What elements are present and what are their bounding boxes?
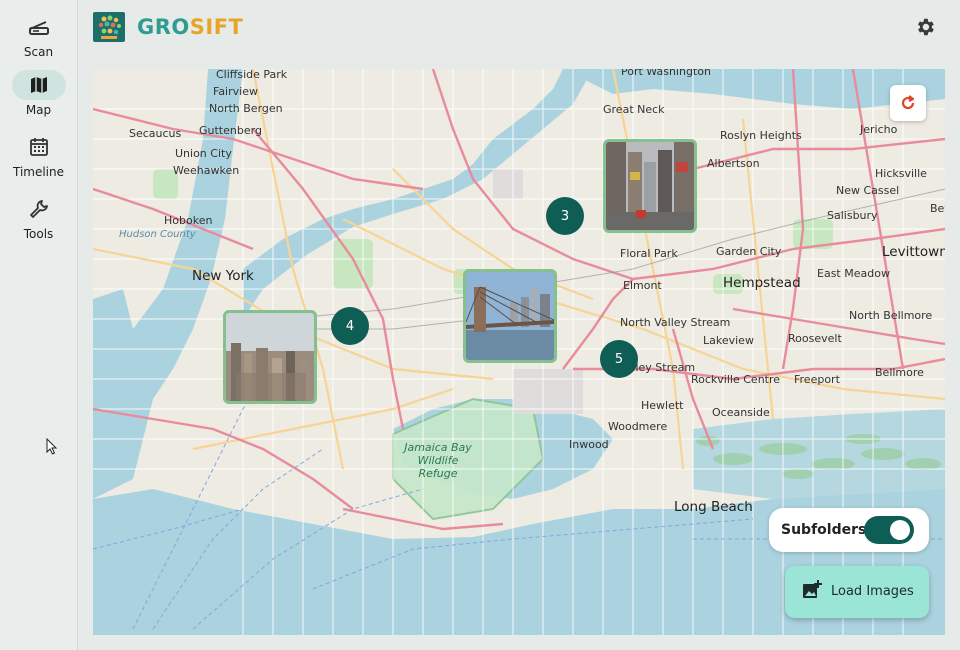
map-label: Inwood xyxy=(569,438,609,451)
photo-thumbnail xyxy=(466,272,554,360)
photo-marker-manhattan-skyline[interactable] xyxy=(223,310,317,404)
map-label: Great Neck xyxy=(603,103,665,116)
map-label: Secaucus xyxy=(129,127,182,140)
map-label: Lakeview xyxy=(703,334,754,347)
map-view[interactable]: Cliffside Park Fairview North Bergen Gut… xyxy=(93,69,945,635)
app-header: GROSIFT xyxy=(78,0,960,54)
map-label: Hicksville xyxy=(875,167,927,180)
map-label: Hudson County xyxy=(119,229,196,240)
wrench-icon xyxy=(12,194,66,224)
sidebar-item-timeline[interactable]: Timeline xyxy=(0,132,77,179)
sidebar-item-label: Timeline xyxy=(12,165,65,179)
subfolders-toggle[interactable] xyxy=(864,516,914,544)
map-label: Hoboken xyxy=(164,214,213,227)
sidebar-item-map[interactable]: Map xyxy=(0,70,77,117)
cluster-marker[interactable]: 4 xyxy=(331,307,369,345)
cluster-count: 4 xyxy=(345,318,355,334)
map-label: Albertson xyxy=(707,157,760,170)
map-label: Hempstead xyxy=(723,275,801,291)
map-label: Elmont xyxy=(623,279,662,292)
map-label: New York xyxy=(192,268,254,284)
map-label: Roosevelt xyxy=(788,332,842,345)
map-label: Bet xyxy=(930,202,945,215)
map-label: Weehawken xyxy=(173,164,240,177)
sidebar-item-label: Scan xyxy=(23,45,54,59)
scanner-icon xyxy=(12,12,66,42)
map-label: Woodmere xyxy=(608,420,668,433)
brand-part-2: SIFT xyxy=(189,15,244,39)
cluster-marker[interactable]: 3 xyxy=(546,197,584,235)
brand-part-1: GRO xyxy=(137,15,190,39)
subfolders-control: Subfolders xyxy=(769,508,929,552)
load-images-label: Load Images xyxy=(831,584,914,599)
toggle-knob xyxy=(890,520,910,540)
map-label: Port Washington xyxy=(621,69,711,78)
map-label: North Bellmore xyxy=(849,309,933,322)
cluster-count: 5 xyxy=(614,351,624,367)
map-label: Guttenberg xyxy=(199,124,262,137)
map-label: Union City xyxy=(175,147,232,160)
photo-thumbnail xyxy=(606,142,694,230)
map-label: Bellmore xyxy=(875,366,924,379)
map-label: Garden City xyxy=(716,245,782,258)
map-label: Long Beach xyxy=(674,499,753,515)
map-label: Freeport xyxy=(794,373,840,386)
sidebar-item-scan[interactable]: Scan xyxy=(0,12,77,59)
calendar-icon xyxy=(12,132,66,162)
map-label: East Meadow xyxy=(817,267,890,280)
photo-thumbnail xyxy=(226,313,314,401)
load-images-button[interactable]: Load Images xyxy=(785,566,929,618)
map-label: Floral Park xyxy=(620,247,678,260)
refresh-button[interactable] xyxy=(890,85,926,121)
sidebar: Scan Map Timeline Tools xyxy=(0,0,78,650)
map-label: Hewlett xyxy=(641,399,684,412)
map-label: Roslyn Heights xyxy=(720,129,802,142)
sidebar-item-label: Tools xyxy=(23,227,54,241)
photo-marker-brooklyn-bridge[interactable] xyxy=(463,269,557,363)
map-label: Jericho xyxy=(860,123,898,136)
map-label: New Cassel xyxy=(836,184,900,197)
add-photo-icon xyxy=(803,580,822,598)
map-label: Fairview xyxy=(213,85,258,98)
app-brand: GROSIFT xyxy=(137,15,243,39)
map-label: North Valley Stream xyxy=(620,316,731,329)
subfolders-label: Subfolders xyxy=(781,522,867,538)
map-label: North Bergen xyxy=(209,102,283,115)
sidebar-item-label: Map xyxy=(25,103,52,117)
map-label: Salisbury xyxy=(827,209,878,222)
sidebar-item-tools[interactable]: Tools xyxy=(0,194,77,241)
refresh-icon xyxy=(901,95,915,110)
gear-icon[interactable] xyxy=(914,16,936,38)
map-label: Rockville Centre xyxy=(691,373,781,386)
map-label: Cliffside Park xyxy=(216,69,288,81)
cluster-count: 3 xyxy=(560,208,570,224)
map-label: Oceanside xyxy=(712,406,770,419)
map-label: Levittown xyxy=(882,244,945,260)
map-label: Jamaica Bay Wildlife Refuge xyxy=(404,441,472,480)
mouse-cursor-icon xyxy=(46,438,58,455)
app-logo xyxy=(93,12,125,42)
cluster-marker[interactable]: 5 xyxy=(600,340,638,378)
photo-marker-times-square[interactable] xyxy=(603,139,697,233)
map-icon xyxy=(11,70,66,100)
